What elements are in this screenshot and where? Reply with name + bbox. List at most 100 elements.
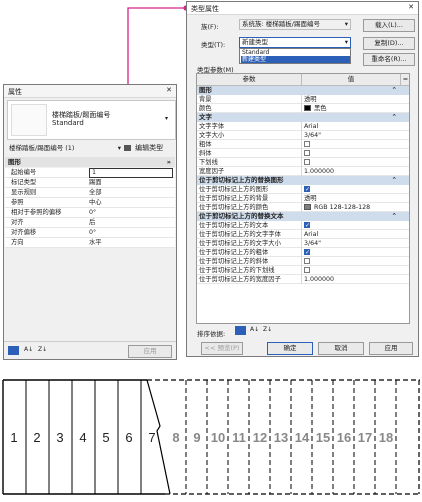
param-row[interactable]: 位于剪切标记上方的粗体 bbox=[197, 248, 409, 257]
property-row[interactable]: 对齐 后 bbox=[5, 218, 175, 228]
close-icon[interactable]: ✕ bbox=[166, 86, 172, 94]
sort-label: 排序依据: bbox=[197, 330, 226, 338]
property-label: 对齐偏移 bbox=[11, 229, 37, 236]
dropdown-option-standard[interactable]: Standard bbox=[241, 49, 350, 56]
param-value[interactable]: 黑色 bbox=[314, 104, 327, 113]
param-row[interactable]: 位于剪切标记上方的宽度因子 1.000000 bbox=[197, 275, 409, 284]
param-row[interactable]: 位于剪切标记上方的斜体 bbox=[197, 257, 409, 266]
param-section-header[interactable]: 位于剪切标记上方的替换文本 ⌃ bbox=[197, 212, 409, 221]
checkbox-checked[interactable] bbox=[304, 221, 310, 230]
load-button[interactable]: 载入(L)... bbox=[363, 19, 415, 32]
color-swatch[interactable] bbox=[304, 204, 311, 210]
param-row[interactable]: 宽度因子 1.000000 bbox=[197, 167, 409, 176]
chevron-down-icon[interactable]: ▾ bbox=[118, 142, 121, 154]
ok-button[interactable]: 确定 bbox=[267, 342, 313, 355]
param-value[interactable]: RGB 128-128-128 bbox=[314, 203, 370, 212]
property-row[interactable]: 对齐偏移 0° bbox=[5, 228, 175, 238]
property-row[interactable]: 相对于参照的偏移 0° bbox=[5, 208, 175, 218]
checkbox[interactable] bbox=[304, 150, 310, 156]
param-row[interactable]: 位于剪切标记上方的文本 bbox=[197, 221, 409, 230]
param-label: 粗体 bbox=[199, 141, 212, 148]
param-value[interactable]: 透明 bbox=[304, 194, 317, 203]
color-swatch[interactable] bbox=[304, 105, 311, 111]
param-label: 位于剪切标记上方的下划线 bbox=[199, 267, 275, 274]
property-value[interactable]: 后 bbox=[89, 218, 95, 227]
param-section-header[interactable]: 文字 ⌃ bbox=[197, 113, 409, 122]
collapse-icon[interactable]: ⌃ bbox=[392, 113, 397, 122]
edit-type-button[interactable]: 编辑类型 bbox=[124, 142, 176, 154]
sort-category-icon[interactable] bbox=[235, 326, 246, 335]
sort-za-icon[interactable]: Z↓ bbox=[38, 346, 47, 353]
checkbox[interactable] bbox=[304, 267, 310, 273]
param-section-header[interactable]: 图形 ⌃ bbox=[197, 86, 409, 95]
param-label: 位于剪切标记上方的背景 bbox=[199, 195, 269, 202]
checkbox[interactable] bbox=[304, 159, 310, 165]
property-value[interactable]: 水平 bbox=[89, 238, 102, 247]
param-value[interactable]: 透明 bbox=[304, 95, 317, 104]
property-row[interactable]: 参照 中心 bbox=[5, 198, 175, 208]
param-value[interactable]: 1.000000 bbox=[304, 275, 334, 284]
property-value[interactable]: 中心 bbox=[89, 198, 102, 207]
property-value[interactable]: 0° bbox=[89, 228, 96, 237]
param-row[interactable]: 下划线 bbox=[197, 158, 409, 167]
dialog-apply-button[interactable]: 应用 bbox=[369, 342, 413, 355]
property-row[interactable]: 起始编号 1 bbox=[5, 168, 175, 178]
type-name: Standard bbox=[52, 119, 84, 127]
param-row[interactable]: 文字大小 3/64" bbox=[197, 131, 409, 140]
chevron-down-icon[interactable]: ▾ bbox=[165, 115, 168, 122]
param-row[interactable]: 背景 透明 bbox=[197, 95, 409, 104]
group-header-graphics[interactable]: 图形 » bbox=[5, 157, 175, 167]
property-row[interactable]: 方向 水平 bbox=[5, 238, 175, 248]
checkbox-checked[interactable] bbox=[304, 185, 310, 194]
dropdown-option-new-type[interactable]: 新建类型 bbox=[241, 56, 350, 63]
param-value[interactable]: 1.000000 bbox=[304, 167, 334, 176]
param-value[interactable]: 3/64" bbox=[304, 131, 321, 140]
checkbox[interactable] bbox=[304, 258, 310, 264]
close-icon[interactable]: ✕ bbox=[408, 3, 414, 11]
grid-header-param: 参数 bbox=[197, 74, 302, 86]
param-row[interactable]: 颜色 黑色 bbox=[197, 104, 409, 113]
param-row[interactable]: 位于剪切标记上方的背景 透明 bbox=[197, 194, 409, 203]
tread-number: 6 bbox=[125, 430, 133, 445]
cancel-button[interactable]: 取消 bbox=[318, 342, 364, 355]
instance-selector[interactable]: 楼梯踏板/踢面编号 (1) ▾ bbox=[7, 142, 123, 154]
param-row[interactable]: 粗体 bbox=[197, 140, 409, 149]
param-section-header[interactable]: 位于剪切标记上方的替换图形 ⌃ bbox=[197, 176, 409, 185]
sort-category-icon[interactable] bbox=[8, 346, 19, 355]
sort-za-icon[interactable]: Z↓ bbox=[263, 326, 272, 333]
collapse-icon[interactable]: ⌃ bbox=[392, 86, 397, 95]
param-row[interactable]: 位于剪切标记上方的文字大小 3/64" bbox=[197, 239, 409, 248]
param-row[interactable]: 位于剪切标记上方的文字字体 Arial bbox=[197, 230, 409, 239]
property-row[interactable]: 显示规则 全部 bbox=[5, 188, 175, 198]
property-value[interactable]: 全部 bbox=[89, 188, 102, 197]
properties-apply-button[interactable]: 应用 bbox=[128, 345, 172, 358]
type-select[interactable]: 新建类型 ▾ bbox=[239, 37, 351, 48]
param-row[interactable]: 文字字体 Arial bbox=[197, 122, 409, 131]
checkbox[interactable] bbox=[304, 141, 310, 147]
param-row[interactable]: 斜体 bbox=[197, 149, 409, 158]
preview-button[interactable]: << 预览(P) bbox=[201, 342, 243, 355]
param-row[interactable]: 位于剪切标记上方的图形 bbox=[197, 185, 409, 194]
collapse-icon[interactable]: ⌃ bbox=[392, 212, 397, 221]
section-title: 文字 bbox=[199, 113, 212, 121]
chevron-down-icon[interactable]: ▾ bbox=[345, 20, 348, 29]
property-value[interactable]: 0° bbox=[89, 208, 96, 217]
collapse-icon[interactable]: ⌃ bbox=[392, 176, 397, 185]
chevron-down-icon[interactable]: ▾ bbox=[345, 38, 348, 47]
param-row[interactable]: 位于剪切标记上方的颜色 RGB 128-128-128 bbox=[197, 203, 409, 212]
collapse-icon[interactable]: » bbox=[167, 157, 171, 167]
family-select[interactable]: 系统族: 楼梯踏板/踢面编号 ▾ bbox=[239, 19, 351, 30]
param-value[interactable]: 3/64" bbox=[304, 239, 321, 248]
param-value[interactable]: Arial bbox=[304, 122, 318, 131]
checkbox-checked[interactable] bbox=[304, 248, 310, 257]
property-value[interactable]: 1 bbox=[89, 168, 173, 178]
rename-button[interactable]: 重命名(R)... bbox=[363, 53, 415, 66]
sort-az-icon[interactable]: A↓ bbox=[24, 346, 33, 353]
param-value[interactable]: Arial bbox=[304, 230, 318, 239]
property-value[interactable]: 踢面 bbox=[89, 178, 102, 187]
duplicate-button[interactable]: 复制(D)... bbox=[363, 37, 415, 50]
param-row[interactable]: 位于剪切标记上方的下划线 bbox=[197, 266, 409, 275]
sort-az-icon[interactable]: A↓ bbox=[250, 326, 259, 333]
type-properties-dialog: 类型属性 ✕ 族(F): 系统族: 楼梯踏板/踢面编号 ▾ 载入(L)... 类… bbox=[186, 1, 419, 357]
property-row[interactable]: 标记类型 踢面 bbox=[5, 178, 175, 188]
